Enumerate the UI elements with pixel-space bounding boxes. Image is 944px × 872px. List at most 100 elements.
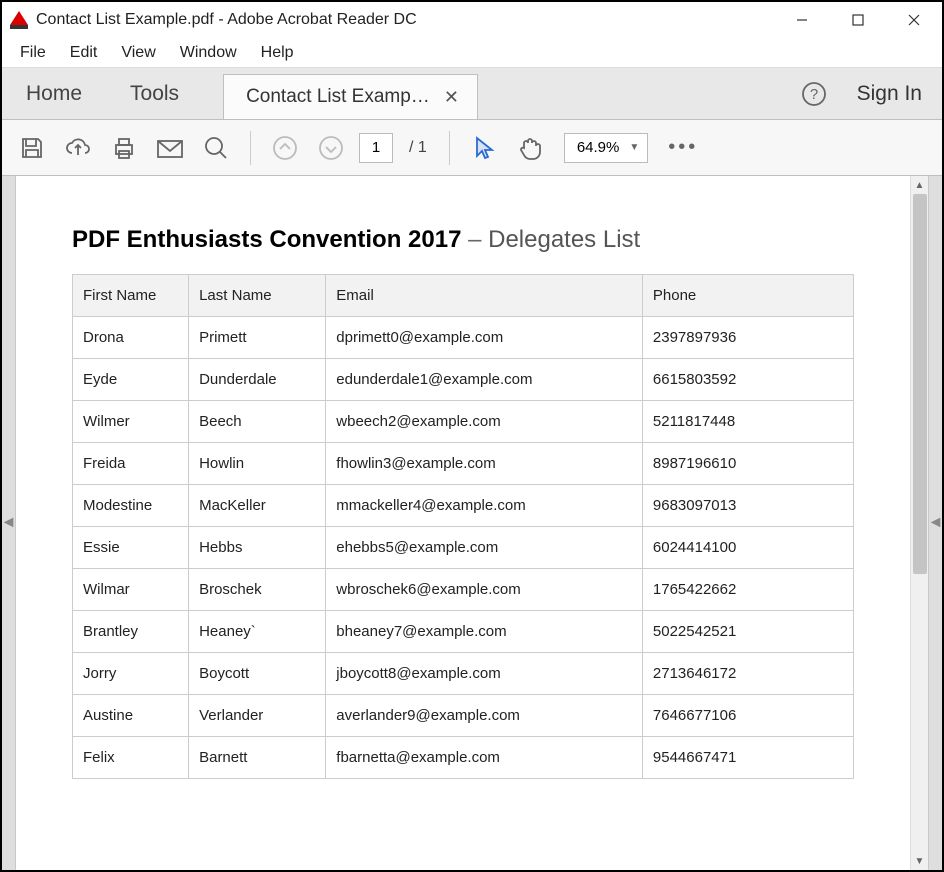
table-row: FreidaHowlinfhowlin3@example.com89871966… <box>73 443 854 485</box>
page-total-label: / 1 <box>403 139 433 157</box>
table-row: ModestineMacKellermmackeller4@example.co… <box>73 485 854 527</box>
document-viewport[interactable]: PDF Enthusiasts Convention 2017 – Delega… <box>16 176 928 870</box>
col-email: Email <box>326 275 643 317</box>
svg-text:?: ? <box>809 86 817 103</box>
cell-first: Modestine <box>73 485 189 527</box>
cell-email: ehebbs5@example.com <box>326 527 643 569</box>
toolbar: / 1 64.9% ▼ ••• <box>2 120 942 176</box>
cell-last: Beech <box>189 401 326 443</box>
table-row: FelixBarnettfbarnetta@example.com9544667… <box>73 737 854 779</box>
cell-last: Barnett <box>189 737 326 779</box>
email-icon[interactable] <box>152 130 188 166</box>
cell-phone: 5022542521 <box>642 611 853 653</box>
heading-sep: – <box>461 226 488 253</box>
tab-document[interactable]: Contact List Examp… ✕ <box>223 74 478 119</box>
zoom-dropdown[interactable]: 64.9% ▼ <box>564 133 648 163</box>
cell-first: Eyde <box>73 359 189 401</box>
menu-edit[interactable]: Edit <box>58 41 110 65</box>
zoom-value: 64.9% <box>577 139 620 156</box>
cell-first: Drona <box>73 317 189 359</box>
cell-last: Dunderdale <box>189 359 326 401</box>
left-panel-toggle[interactable]: ◄ <box>2 176 16 870</box>
cell-first: Austine <box>73 695 189 737</box>
contacts-table: First Name Last Name Email Phone DronaPr… <box>72 274 854 779</box>
minimize-button[interactable] <box>774 2 830 38</box>
page-down-icon[interactable] <box>313 130 349 166</box>
cell-phone: 6615803592 <box>642 359 853 401</box>
search-icon[interactable] <box>198 130 234 166</box>
tab-close-icon[interactable]: ✕ <box>440 85 463 110</box>
save-icon[interactable] <box>14 130 50 166</box>
maximize-button[interactable] <box>830 2 886 38</box>
cell-email: averlander9@example.com <box>326 695 643 737</box>
cell-email: fhowlin3@example.com <box>326 443 643 485</box>
scroll-thumb[interactable] <box>913 194 927 574</box>
sign-in-link[interactable]: Sign In <box>837 68 942 119</box>
cell-phone: 9544667471 <box>642 737 853 779</box>
cell-email: wbroschek6@example.com <box>326 569 643 611</box>
menu-help[interactable]: Help <box>249 41 306 65</box>
cell-email: jboycott8@example.com <box>326 653 643 695</box>
cell-phone: 5211817448 <box>642 401 853 443</box>
page-number-input[interactable] <box>359 133 393 163</box>
heading-bold: PDF Enthusiasts Convention 2017 <box>72 226 461 253</box>
document-area: ◄ PDF Enthusiasts Convention 2017 – Dele… <box>2 176 942 870</box>
menu-window[interactable]: Window <box>168 41 249 65</box>
pdf-page: PDF Enthusiasts Convention 2017 – Delega… <box>16 176 910 870</box>
cell-phone: 7646677106 <box>642 695 853 737</box>
cell-phone: 6024414100 <box>642 527 853 569</box>
help-icon[interactable]: ? <box>791 68 837 119</box>
table-row: JorryBoycottjboycott8@example.com2713646… <box>73 653 854 695</box>
cell-first: Wilmar <box>73 569 189 611</box>
cell-phone: 2713646172 <box>642 653 853 695</box>
table-row: WilmarBroschekwbroschek6@example.com1765… <box>73 569 854 611</box>
cell-email: fbarnetta@example.com <box>326 737 643 779</box>
table-row: AustineVerlanderaverlander9@example.com7… <box>73 695 854 737</box>
scroll-up-icon[interactable]: ▲ <box>911 176 928 194</box>
col-phone: Phone <box>642 275 853 317</box>
menu-view[interactable]: View <box>109 41 167 65</box>
cell-phone: 8987196610 <box>642 443 853 485</box>
cell-email: edunderdale1@example.com <box>326 359 643 401</box>
vertical-scrollbar[interactable]: ▲ ▼ <box>910 176 928 870</box>
cell-last: Howlin <box>189 443 326 485</box>
right-panel-toggle[interactable]: ◄ <box>928 176 942 870</box>
print-icon[interactable] <box>106 130 142 166</box>
close-button[interactable] <box>886 2 942 38</box>
table-row: EydeDunderdaleedunderdale1@example.com66… <box>73 359 854 401</box>
col-last-name: Last Name <box>189 275 326 317</box>
acrobat-app-icon <box>10 11 28 29</box>
cell-first: Felix <box>73 737 189 779</box>
tabbar: Home Tools Contact List Examp… ✕ ? Sign … <box>2 68 942 120</box>
window-controls <box>774 2 942 38</box>
window-title: Contact List Example.pdf - Adobe Acrobat… <box>36 11 774 29</box>
scroll-down-icon[interactable]: ▼ <box>911 852 928 870</box>
cell-email: mmackeller4@example.com <box>326 485 643 527</box>
cell-phone: 1765422662 <box>642 569 853 611</box>
document-heading: PDF Enthusiasts Convention 2017 – Delega… <box>72 226 854 254</box>
cell-last: Verlander <box>189 695 326 737</box>
toolbar-separator <box>250 131 251 165</box>
menubar: File Edit View Window Help <box>2 38 942 68</box>
more-tools-icon[interactable]: ••• <box>668 136 698 159</box>
page-up-icon[interactable] <box>267 130 303 166</box>
selection-tool-icon[interactable] <box>466 130 502 166</box>
cell-last: Heaney` <box>189 611 326 653</box>
menu-file[interactable]: File <box>8 41 58 65</box>
col-first-name: First Name <box>73 275 189 317</box>
table-row: DronaPrimettdprimett0@example.com2397897… <box>73 317 854 359</box>
cell-email: wbeech2@example.com <box>326 401 643 443</box>
tab-tools[interactable]: Tools <box>106 68 203 119</box>
table-row: BrantleyHeaney`bheaney7@example.com50225… <box>73 611 854 653</box>
hand-tool-icon[interactable] <box>512 130 548 166</box>
chevron-down-icon: ▼ <box>629 142 639 153</box>
page-sep: / <box>409 139 413 156</box>
tab-home[interactable]: Home <box>2 68 106 119</box>
table-row: EssieHebbsehebbs5@example.com6024414100 <box>73 527 854 569</box>
toolbar-separator <box>449 131 450 165</box>
page-total-value: 1 <box>418 139 427 156</box>
cloud-upload-icon[interactable] <box>60 130 96 166</box>
cell-email: dprimett0@example.com <box>326 317 643 359</box>
table-row: WilmerBeechwbeech2@example.com5211817448 <box>73 401 854 443</box>
titlebar: Contact List Example.pdf - Adobe Acrobat… <box>2 2 942 38</box>
